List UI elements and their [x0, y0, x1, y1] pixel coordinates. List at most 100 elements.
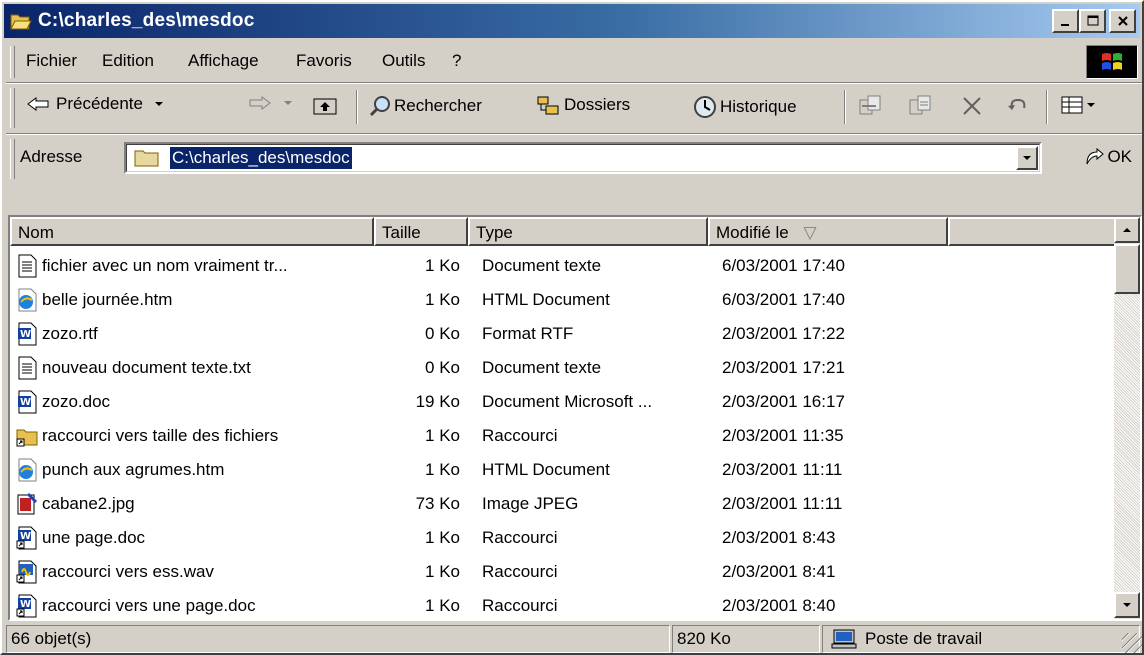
file-modified: 2/03/2001 17:22	[722, 324, 845, 343]
address-grip[interactable]	[10, 139, 15, 179]
back-button[interactable]: Précédente	[26, 94, 165, 114]
scroll-track[interactable]	[1114, 294, 1140, 592]
list-item[interactable]: Wune page.doc 1 Ko Raccourci 2/03/2001 8:43	[10, 521, 1116, 555]
file-name: punch aux agrumes.htm	[42, 460, 225, 479]
close-icon	[1117, 16, 1128, 26]
file-modified: 2/03/2001 11:11	[722, 460, 843, 479]
history-clock-icon	[694, 96, 716, 118]
arrow-down-icon	[1123, 603, 1131, 607]
text-file-icon	[16, 356, 38, 380]
list-item[interactable]: fichier avec un nom vraiment tr... 1 Ko Do…	[10, 249, 1116, 283]
list-item[interactable]: Wzozo.rtf 0 Ko Format RTF 2/03/2001 17:22	[10, 317, 1116, 351]
undo-button[interactable]	[1006, 94, 1030, 116]
go-button[interactable]: OK	[1083, 146, 1132, 168]
list-item[interactable]: Wzozo.doc 19 Ko Document Microsoft ... 2/03…	[10, 385, 1116, 419]
menu-favoris[interactable]: Favoris	[296, 51, 352, 71]
list-item[interactable]: nouveau document texte.txt 0 Ko Document t…	[10, 351, 1116, 385]
up-folder-button[interactable]	[312, 94, 338, 116]
folder-icon	[134, 148, 160, 173]
scroll-up-button[interactable]	[1114, 217, 1140, 243]
minimize-icon	[1060, 24, 1069, 26]
file-name: une page.doc	[42, 528, 146, 547]
history-label: Historique	[720, 97, 797, 116]
address-field[interactable]: C:\charles_des\mesdoc	[124, 142, 1042, 174]
maximize-button[interactable]	[1079, 9, 1106, 33]
move-to-button[interactable]	[858, 94, 884, 118]
column-header-blank[interactable]	[948, 217, 1116, 246]
vertical-scrollbar[interactable]	[1114, 217, 1140, 619]
column-header-size[interactable]: Taille	[374, 217, 468, 246]
list-item[interactable]: raccourci vers taille des fichiers 1 Ko Ra…	[10, 419, 1116, 453]
file-size: 1 Ko	[425, 256, 460, 275]
chevron-down-icon	[1023, 156, 1031, 160]
list-item[interactable]: punch aux agrumes.htm 1 Ko HTML Document 2/…	[10, 453, 1116, 487]
up-folder-icon	[313, 98, 337, 115]
my-computer-icon	[831, 629, 857, 649]
file-name: zozo.doc	[42, 392, 111, 411]
html-file-icon	[16, 458, 38, 482]
list-item[interactable]: raccourci vers ess.wav 1 Ko Raccourci 2/03/…	[10, 555, 1116, 589]
window-controls	[1052, 9, 1136, 33]
arrow-up-icon	[1123, 228, 1131, 232]
windows-logo-icon	[1086, 45, 1138, 79]
file-name: cabane2.jpg	[42, 494, 135, 513]
menu-grip[interactable]	[10, 46, 15, 78]
minimize-button[interactable]	[1052, 9, 1079, 33]
close-button[interactable]	[1109, 9, 1136, 33]
column-header-type[interactable]: Type	[468, 217, 708, 246]
file-name: belle journée.htm	[42, 290, 173, 309]
file-size: 1 Ko	[425, 528, 460, 547]
folders-button[interactable]: Dossiers	[536, 94, 630, 116]
history-button[interactable]: Historique	[692, 94, 797, 120]
file-size: 73 Ko	[415, 494, 460, 513]
file-modified: 2/03/2001 16:17	[722, 392, 845, 411]
word-file-icon: W	[16, 390, 38, 414]
svg-text:W: W	[20, 599, 31, 610]
file-name: raccourci vers taille des fichiers	[42, 426, 279, 445]
file-name: zozo.rtf	[42, 324, 98, 343]
status-size: 820 Ko	[672, 625, 820, 653]
menu-help[interactable]: ?	[452, 51, 461, 71]
menu-fichier[interactable]: Fichier	[26, 51, 77, 71]
list-item[interactable]: Wraccourci vers une page.doc 1 Ko Raccourc…	[10, 589, 1116, 619]
html-file-icon	[16, 288, 38, 312]
list-item[interactable]: cabane2.jpg 73 Ko Image JPEG 2/03/2001 11:1…	[10, 487, 1116, 521]
file-type: Raccourci	[482, 596, 558, 615]
search-label: Rechercher	[394, 96, 482, 115]
address-value[interactable]: C:\charles_des\mesdoc	[170, 147, 352, 169]
menu-edition[interactable]: Edition	[102, 51, 154, 71]
address-dropdown-button[interactable]	[1016, 146, 1038, 170]
file-size: 19 Ko	[415, 392, 460, 411]
file-name: nouveau document texte.txt	[42, 358, 251, 377]
toolbar-grip[interactable]	[10, 88, 15, 128]
forward-button[interactable]	[246, 94, 294, 112]
menu-outils[interactable]: Outils	[382, 51, 425, 71]
window-title: C:\charles_des\mesdoc	[38, 10, 255, 31]
list-item[interactable]: belle journée.htm 1 Ko HTML Document 6/03/2…	[10, 283, 1116, 317]
resize-grip[interactable]	[1122, 633, 1142, 653]
back-dropdown-icon	[154, 102, 163, 106]
open-folder-icon	[10, 11, 32, 31]
title-bar[interactable]: C:\charles_des\mesdoc	[4, 4, 1140, 38]
text-file-icon	[16, 254, 38, 278]
delete-button[interactable]	[960, 94, 984, 118]
file-size: 1 Ko	[425, 562, 460, 581]
search-button[interactable]: Rechercher	[368, 94, 482, 118]
explorer-window: C:\charles_des\mesdoc Fichier Edition Af…	[0, 0, 1144, 655]
go-label: OK	[1107, 147, 1132, 166]
menu-affichage[interactable]: Affichage	[188, 51, 259, 71]
scroll-down-button[interactable]	[1114, 592, 1140, 618]
back-label: Précédente	[56, 94, 143, 113]
scroll-thumb[interactable]	[1114, 244, 1140, 294]
copy-to-button[interactable]	[908, 94, 934, 118]
views-button[interactable]	[1060, 94, 1096, 116]
file-modified: 2/03/2001 8:40	[722, 596, 836, 615]
file-type: Document Microsoft ...	[482, 392, 653, 411]
file-type: HTML Document	[482, 290, 610, 309]
copy-to-icon	[909, 95, 931, 115]
word-shortcut-icon: W	[16, 526, 38, 550]
column-header-modified[interactable]: Modifié le ▽	[708, 217, 948, 246]
column-header-name[interactable]: Nom	[10, 217, 374, 246]
file-list[interactable]: Nom Taille Type Modifié le ▽ fichier ave…	[8, 215, 1142, 621]
word-shortcut-icon: W	[16, 594, 38, 618]
